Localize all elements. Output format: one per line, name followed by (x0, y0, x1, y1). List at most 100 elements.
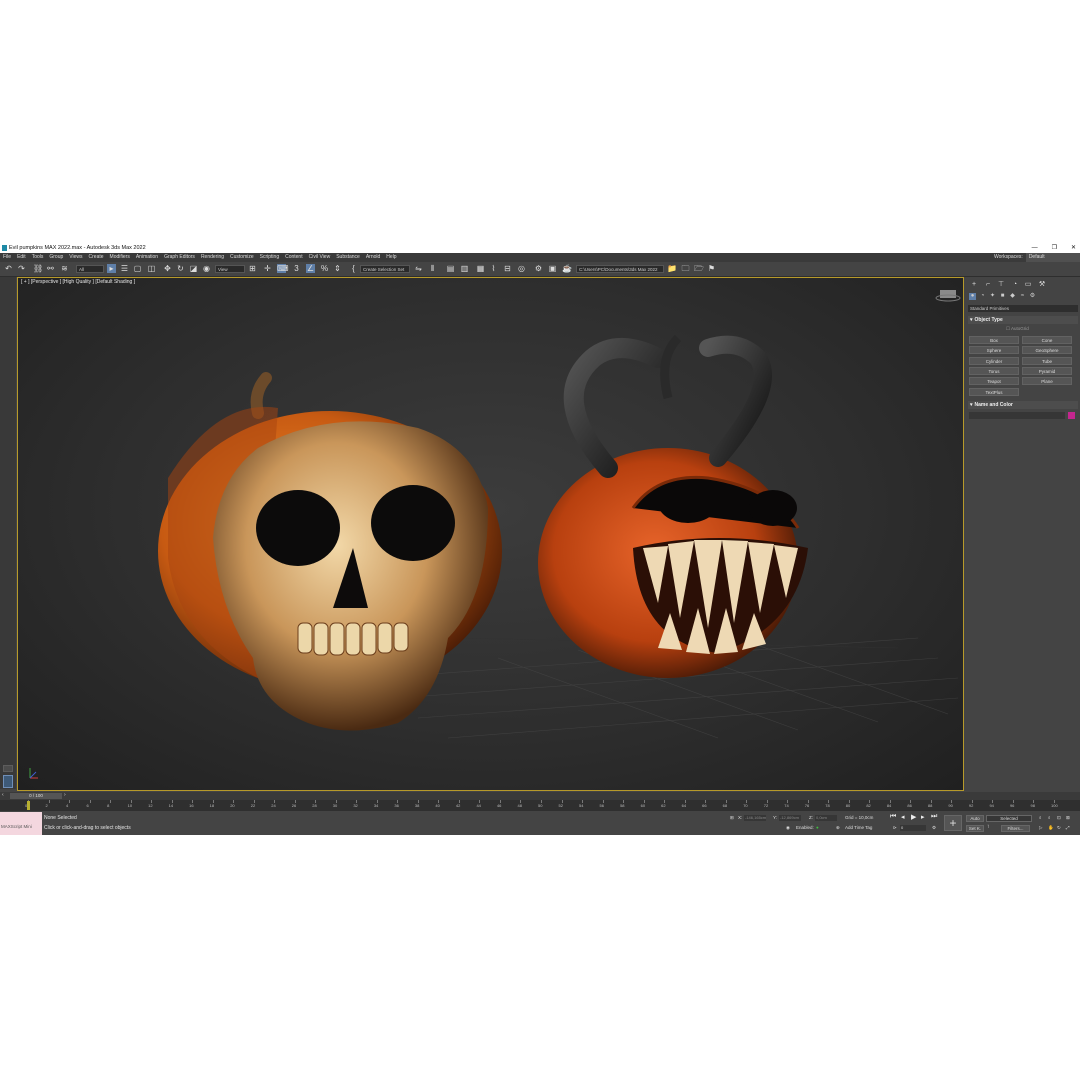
field-of-view-icon[interactable]: ▷ (1039, 825, 1042, 831)
object-name-field[interactable] (969, 412, 1065, 419)
window-crossing-icon[interactable]: ◫ (147, 264, 156, 273)
layer-explorer-icon[interactable]: ▥ (460, 264, 469, 273)
align-icon[interactable]: ⫴ (428, 264, 437, 273)
named-selection-set-dropdown[interactable]: Create Selection Set (360, 265, 410, 273)
current-frame-field[interactable]: 0 (900, 825, 926, 831)
pan-icon[interactable]: ✋ (1048, 825, 1054, 831)
menu-item-substance[interactable]: Substance (336, 253, 360, 262)
name-color-rollout-header[interactable]: ▾ Name and Color (968, 401, 1078, 409)
absolute-mode-icon[interactable]: ⊞ (730, 815, 734, 821)
zoom-extents-icon[interactable]: ⊡ (1057, 815, 1061, 821)
auto-key-button[interactable]: Auto (966, 815, 984, 822)
key-filter-dropdown[interactable]: Selected (986, 815, 1032, 822)
geometry-icon[interactable]: ● (969, 293, 976, 300)
mirror-icon[interactable]: ⇋ (414, 264, 423, 273)
edit-named-selection-icon[interactable]: { (349, 264, 358, 273)
space-warps-icon[interactable]: ≈ (1019, 293, 1026, 300)
menu-item-civil-view[interactable]: Civil View (309, 253, 331, 262)
adaptive-degradation-icon[interactable]: ◉ (786, 825, 790, 831)
menu-item-rendering[interactable]: Rendering (201, 253, 224, 262)
bind-space-warp-icon[interactable]: ≋ (60, 264, 69, 273)
cameras-icon[interactable]: ■ (999, 293, 1006, 300)
modify-tab-icon[interactable]: ⌐ (983, 280, 993, 289)
go-to-end-icon[interactable]: ⏭ (931, 813, 937, 821)
create-tab-icon[interactable]: + (969, 280, 979, 289)
motion-tab-icon[interactable]: ◔ (1010, 280, 1020, 289)
render-setup-icon[interactable]: ⚙ (534, 264, 543, 273)
zoom-icon[interactable]: ⌕ (1039, 815, 1042, 820)
selection-filter-dropdown[interactable]: All (76, 265, 104, 273)
menu-item-scripting[interactable]: Scripting (260, 253, 279, 262)
maximize-viewport-icon[interactable]: ⤢ (1066, 825, 1070, 830)
systems-icon[interactable]: ⚙ (1029, 293, 1036, 300)
set-key-button[interactable]: Set K. (966, 825, 984, 832)
play-icon[interactable]: ▶ (911, 813, 916, 821)
menu-item-animation[interactable]: Animation (136, 253, 158, 262)
track-bar-ruler[interactable]: 0246810121416182022242628303234363840424… (0, 800, 1080, 811)
orbit-icon[interactable]: ↻ (1057, 825, 1061, 831)
scale-icon[interactable]: ◪ (189, 264, 198, 273)
unlink-icon[interactable]: ⚯ (46, 264, 55, 273)
close-button[interactable]: ✕ (1071, 243, 1076, 253)
primitive-button-sphere[interactable]: Sphere (969, 346, 1019, 355)
key-mode-icon[interactable]: ⊳ (893, 825, 897, 831)
primitive-button-pyramid[interactable]: Pyramid (1022, 366, 1072, 375)
z-coordinate-field[interactable]: 0,0cm (815, 815, 837, 821)
primitive-button-textplus[interactable]: TextPlus (969, 387, 1019, 396)
open-folder-icon[interactable]: 📁 (667, 264, 677, 273)
menu-item-tools[interactable]: Tools (32, 253, 44, 262)
pivot-center-icon[interactable]: ⊞ (248, 264, 257, 273)
x-coordinate-field[interactable]: -146,165cm (744, 815, 766, 821)
project-settings-icon[interactable]: ⚑ (707, 264, 716, 273)
reference-coordinate-dropdown[interactable]: View (215, 265, 245, 273)
enabled-indicator-icon[interactable]: ● (816, 825, 819, 830)
expand-icon[interactable] (3, 765, 13, 772)
menu-item-edit[interactable]: Edit (17, 253, 26, 262)
keyboard-shortcut-override-icon[interactable]: ⌨ (277, 264, 289, 273)
rotate-icon[interactable]: ↻ (176, 264, 185, 273)
link-icon[interactable]: ⛓ (33, 264, 43, 273)
menu-item-help[interactable]: Help (386, 253, 396, 262)
select-object-icon[interactable]: ▸ (107, 264, 116, 273)
viewport-layout-tab[interactable] (3, 775, 13, 788)
primitive-button-torus[interactable]: Torus (969, 366, 1019, 375)
minimize-button[interactable]: — (1032, 243, 1038, 253)
primitive-button-plane[interactable]: Plane (1022, 377, 1072, 386)
select-manipulate-icon[interactable]: ✛ (263, 264, 272, 273)
select-by-name-icon[interactable]: ☰ (120, 264, 129, 273)
toggle-ribbon-icon[interactable]: ▦ (476, 264, 485, 273)
scene-explorer-icon[interactable]: ▤ (446, 264, 455, 273)
lights-icon[interactable]: ✦ (989, 293, 996, 300)
display-tab-icon[interactable]: ▭ (1023, 280, 1033, 289)
key-filters-button[interactable]: Filters... (1001, 825, 1030, 832)
menu-item-content[interactable]: Content (285, 253, 303, 262)
prev-frame-icon[interactable]: ‹ (2, 792, 4, 798)
viewport-label[interactable]: [ + ] [Perspective ] [High Quality ] [De… (21, 279, 135, 285)
next-key-icon[interactable]: ▸ (921, 813, 925, 821)
menu-item-customize[interactable]: Customize (230, 253, 254, 262)
menu-item-views[interactable]: Views (69, 253, 82, 262)
rectangular-selection-icon[interactable]: ▢ (133, 264, 142, 273)
placement-icon[interactable]: ◉ (202, 264, 211, 273)
undo-icon[interactable]: ↶ (4, 264, 13, 273)
utilities-tab-icon[interactable]: ⚒ (1037, 280, 1047, 289)
key-tangent-icon[interactable]: ⊺ (987, 824, 989, 830)
snaps-toggle-icon[interactable]: 3 (292, 264, 301, 273)
next-frame-icon[interactable]: › (64, 792, 66, 798)
object-type-rollout-header[interactable]: ▾ Object Type (968, 316, 1078, 324)
primitive-button-cylinder[interactable]: Cylinder (969, 356, 1019, 365)
schematic-view-icon[interactable]: ⊟ (503, 264, 512, 273)
zoom-extents-all-icon[interactable]: ⊠ (1066, 815, 1070, 821)
material-editor-icon[interactable]: ◎ (517, 264, 526, 273)
primitive-button-tube[interactable]: Tube (1022, 356, 1072, 365)
helpers-icon[interactable]: ◆ (1009, 293, 1016, 300)
project-path-dropdown[interactable]: C:\Users\PC\Documents\3ds Max 2022 (576, 265, 664, 273)
render-production-icon[interactable]: ☕ (562, 264, 572, 273)
angle-snap-icon[interactable]: ∠ (306, 264, 315, 273)
project-folder-icon[interactable]: 🗀 (681, 264, 690, 273)
primitive-button-box[interactable]: Box (969, 336, 1019, 344)
spinner-snap-icon[interactable]: ⇕ (333, 264, 342, 273)
workspace-dropdown[interactable]: Default (1025, 253, 1080, 262)
add-time-tag[interactable]: Add Time Tag (845, 825, 872, 830)
go-to-start-icon[interactable]: ⏮ (890, 813, 896, 821)
